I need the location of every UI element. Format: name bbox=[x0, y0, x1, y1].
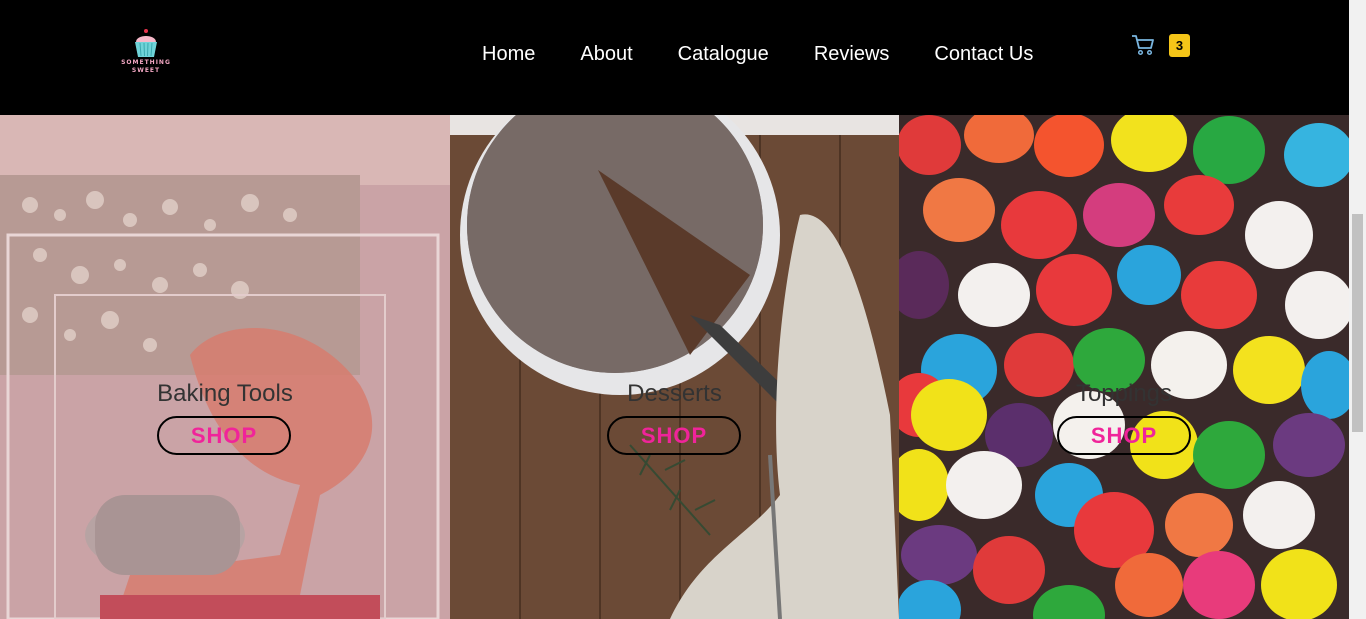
main-nav: Home About Catalogue Reviews Contact Us bbox=[482, 42, 1078, 66]
nav-catalogue[interactable]: Catalogue bbox=[678, 42, 769, 66]
scrollbar-thumb[interactable] bbox=[1352, 214, 1363, 432]
cart-count-badge[interactable]: 3 bbox=[1169, 34, 1190, 57]
category-desserts[interactable]: Desserts SHOP bbox=[450, 115, 899, 619]
category-toppings[interactable]: Toppings SHOP bbox=[899, 115, 1349, 619]
nav-reviews[interactable]: Reviews bbox=[814, 42, 890, 66]
logo-text: SOMETHING SWEET bbox=[118, 59, 174, 75]
panel-title: Toppings bbox=[1075, 380, 1173, 407]
baking-tools-image bbox=[0, 115, 450, 619]
panel-title: Baking Tools bbox=[157, 380, 293, 407]
toppings-image bbox=[899, 115, 1349, 619]
category-panels: Baking Tools SHOP Desserts SHOP Toppings… bbox=[0, 115, 1349, 619]
logo-text-line2: SWEET bbox=[131, 67, 161, 74]
shop-baking-tools-button[interactable]: SHOP bbox=[157, 416, 291, 455]
cart-icon[interactable] bbox=[1131, 34, 1155, 56]
nav-about[interactable]: About bbox=[580, 42, 632, 66]
brand-logo[interactable]: SOMETHING SWEET bbox=[118, 28, 174, 78]
desserts-image bbox=[450, 115, 899, 619]
page-scrollbar[interactable] bbox=[1349, 0, 1366, 619]
shop-desserts-button[interactable]: SHOP bbox=[607, 416, 741, 455]
cupcake-icon bbox=[135, 29, 157, 57]
nav-home[interactable]: Home bbox=[482, 42, 535, 66]
category-baking-tools[interactable]: Baking Tools SHOP bbox=[0, 115, 450, 619]
shop-toppings-button[interactable]: SHOP bbox=[1057, 416, 1191, 455]
logo-text-line1: SOMETHING bbox=[121, 59, 171, 66]
site-header: SOMETHING SWEET Home About Catalogue Rev… bbox=[0, 0, 1349, 115]
panel-title: Desserts bbox=[627, 380, 722, 407]
nav-contact-us[interactable]: Contact Us bbox=[934, 42, 1033, 66]
